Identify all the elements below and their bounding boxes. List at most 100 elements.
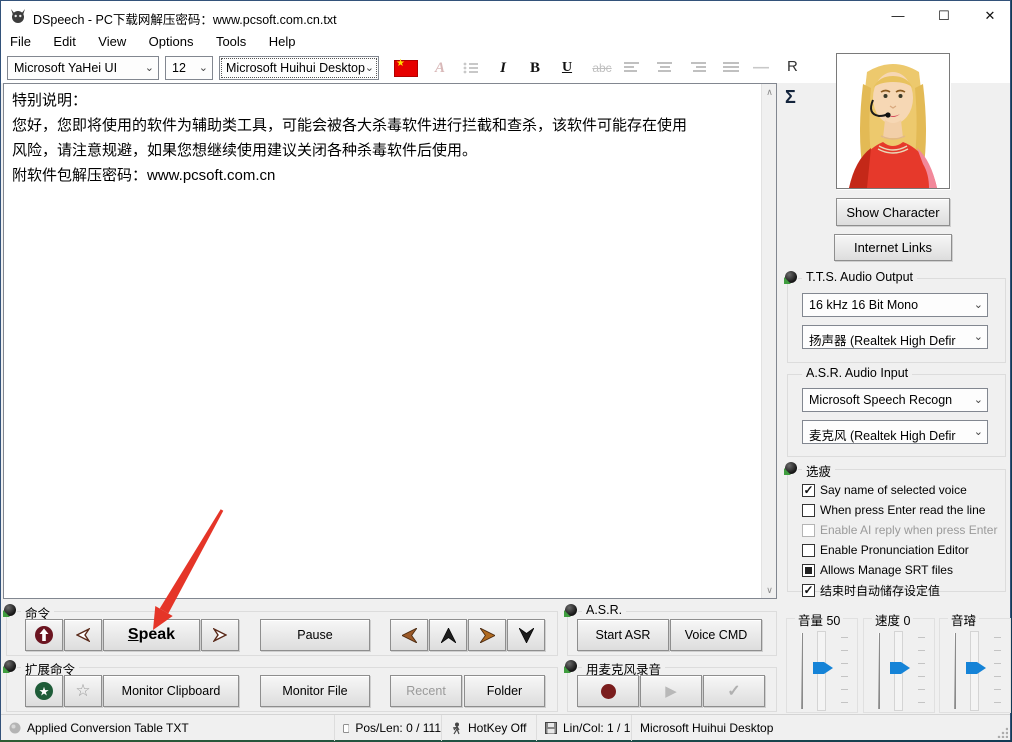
- menu-tools[interactable]: Tools: [207, 31, 255, 52]
- checkbox-autosave-settings[interactable]: 结束时自动储存设定值: [802, 581, 940, 599]
- vertical-scrollbar[interactable]: ∧ ∨: [761, 84, 776, 598]
- circle-arrow-icon: [34, 625, 54, 645]
- scroll-up-icon[interactable]: ∧: [762, 84, 777, 100]
- speak-prev-button[interactable]: [64, 619, 102, 651]
- record-button[interactable]: [577, 675, 639, 707]
- align-left-button[interactable]: [619, 56, 645, 80]
- text-editor[interactable]: 特别说明： 您好，您即将使用的软件为辅助类工具，可能会被各大杀毒软件进行拦截和查…: [3, 83, 777, 599]
- help-sphere-icon[interactable]: [785, 271, 798, 284]
- help-sphere-icon[interactable]: [565, 660, 578, 673]
- strikethrough-button[interactable]: abc: [586, 56, 618, 80]
- editor-content[interactable]: 特别说明： 您好，您即将使用的软件为辅助类工具，可能会被各大杀毒软件进行拦截和查…: [12, 88, 754, 188]
- status-lin-col: Lin/Col: 1 / 1: [536, 715, 631, 741]
- help-sphere-icon[interactable]: [785, 462, 798, 475]
- nav-right-button[interactable]: [468, 619, 506, 651]
- speak-next-button[interactable]: [201, 619, 239, 651]
- voice-cmd-button[interactable]: Voice CMD: [670, 619, 762, 651]
- floppy-icon: [545, 722, 557, 734]
- checkbox-icon[interactable]: [802, 504, 815, 517]
- align-left-icon: [624, 62, 640, 74]
- pause-button[interactable]: Pause: [260, 619, 370, 651]
- china-flag-icon: ★: [394, 60, 418, 77]
- resize-grip[interactable]: [996, 726, 1008, 738]
- checkbox-icon[interactable]: [802, 584, 815, 597]
- font-family-select[interactable]: Microsoft YaHei UI ⌄: [7, 56, 159, 80]
- star-outline-icon: ☆: [75, 681, 90, 701]
- internet-links-button[interactable]: Internet Links: [834, 234, 952, 261]
- commands-group: 命令 Speak Pause: [6, 611, 558, 656]
- status-conversion: Applied Conversion Table TXT: [1, 715, 334, 741]
- green-star-icon: ★: [34, 681, 54, 701]
- volume-slider-group: 音量 50: [786, 618, 858, 713]
- align-center-icon: [657, 62, 673, 74]
- play-button: ▶: [640, 675, 702, 707]
- menu-help[interactable]: Help: [260, 31, 305, 52]
- menu-view[interactable]: View: [89, 31, 135, 52]
- monitor-file-button[interactable]: Monitor File: [260, 675, 370, 707]
- bold-button[interactable]: B: [522, 56, 548, 80]
- checkbox-say-name[interactable]: Say name of selected voice: [802, 481, 967, 499]
- align-right-button[interactable]: [685, 56, 711, 80]
- italic-icon: I: [500, 60, 506, 77]
- close-button[interactable]: ✕: [973, 1, 1007, 31]
- align-center-button[interactable]: [652, 56, 678, 80]
- menu-options[interactable]: Options: [140, 31, 203, 52]
- minimize-button[interactable]: —: [881, 1, 915, 31]
- check-icon: ✓: [727, 681, 740, 701]
- checkbox-icon[interactable]: [802, 544, 815, 557]
- maximize-button[interactable]: ☐: [927, 1, 961, 31]
- speak-button[interactable]: Speak: [103, 619, 200, 651]
- folder-button[interactable]: Folder: [464, 675, 545, 707]
- pitch-slider-group: 音璿: [939, 618, 1011, 713]
- volume-slider-handle[interactable]: [813, 662, 833, 674]
- speed-label: 速度 0: [872, 610, 913, 629]
- start-asr-button[interactable]: Start ASR: [577, 619, 669, 651]
- tts-format-select[interactable]: 16 kHz 16 Bit Mono ⌄: [802, 293, 988, 317]
- font-size-select[interactable]: 12 ⌄: [165, 56, 213, 80]
- pitch-slider-handle[interactable]: [966, 662, 986, 674]
- checkbox-manage-srt[interactable]: Allows Manage SRT files: [802, 561, 953, 579]
- nav-up-button[interactable]: [429, 619, 467, 651]
- speak-updown-button[interactable]: [25, 619, 63, 651]
- tts-output-label: T.T.S. Audio Output: [802, 270, 917, 284]
- checkbox-enter-read-line[interactable]: When press Enter read the line: [802, 501, 985, 519]
- checkbox-icon[interactable]: [802, 564, 815, 577]
- svg-text:★: ★: [39, 685, 50, 699]
- underline-button[interactable]: U: [554, 56, 580, 80]
- menu-file[interactable]: File: [1, 31, 40, 52]
- help-sphere-icon[interactable]: [565, 604, 578, 617]
- language-flag-button[interactable]: ★: [393, 56, 419, 80]
- scroll-down-icon[interactable]: ∨: [762, 582, 777, 598]
- asr-group: A.S.R. Start ASR Voice CMD: [567, 611, 777, 656]
- asr-engine-select[interactable]: Microsoft Speech Recogn ⌄: [802, 388, 988, 412]
- star-outline-button[interactable]: ☆: [64, 675, 102, 707]
- horizontal-rule-button[interactable]: —: [748, 56, 774, 80]
- help-sphere-icon[interactable]: [4, 604, 17, 617]
- underline-icon: U: [562, 60, 572, 76]
- asr-device-select[interactable]: 麦克风 (Realtek High Defir ⌄: [802, 420, 988, 444]
- horizontal-rule-icon: —: [753, 59, 769, 77]
- status-ball-icon: [9, 722, 21, 734]
- show-character-button[interactable]: Show Character: [836, 198, 950, 226]
- status-bar: Applied Conversion Table TXT Pos/Len: 0 …: [1, 714, 1010, 740]
- arrow-right-icon: [213, 628, 227, 642]
- menu-edit[interactable]: Edit: [44, 31, 84, 52]
- checkbox-pronunciation-editor[interactable]: Enable Pronunciation Editor: [802, 541, 969, 559]
- monitor-clipboard-button[interactable]: Monitor Clipboard: [103, 675, 239, 707]
- volume-label: 音量 50: [795, 610, 843, 629]
- r-shortcut-label[interactable]: R: [787, 58, 798, 75]
- bullet-list-button[interactable]: [458, 56, 484, 80]
- help-sphere-icon[interactable]: [4, 660, 17, 673]
- tts-device-select[interactable]: 扬声器 (Realtek High Defir ⌄: [802, 325, 988, 349]
- arrowhead-down-icon: [519, 628, 534, 643]
- nav-down-button[interactable]: [507, 619, 545, 651]
- favorite-star-button[interactable]: ★: [25, 675, 63, 707]
- checkbox-icon[interactable]: [802, 484, 815, 497]
- voice-select[interactable]: Microsoft Huihui Desktop ⌄: [219, 56, 379, 80]
- speed-slider-handle[interactable]: [890, 662, 910, 674]
- italic-button[interactable]: I: [490, 56, 516, 80]
- sigma-label[interactable]: Σ: [785, 87, 796, 108]
- align-justify-button[interactable]: [718, 56, 744, 80]
- font-color-button[interactable]: A: [427, 56, 453, 80]
- nav-left-button[interactable]: [390, 619, 428, 651]
